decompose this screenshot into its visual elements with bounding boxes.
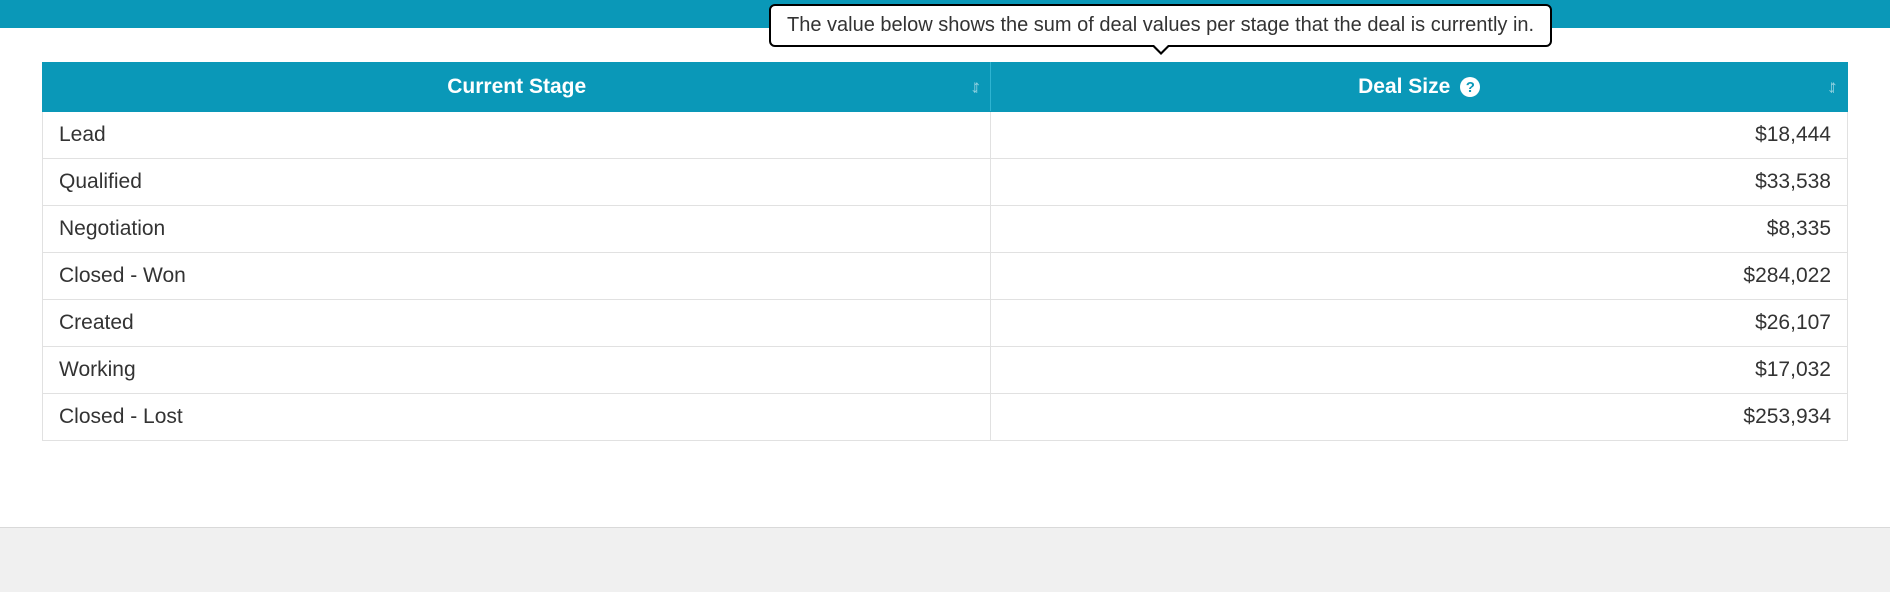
size-cell: $33,538 [991, 159, 1848, 206]
table-body: Lead $18,444 Qualified $33,538 Negotiati… [43, 112, 1848, 441]
stage-cell: Created [43, 300, 991, 347]
table-panel: Current Stage ↓↑ Deal Size ? ↓↑ Le [0, 28, 1890, 528]
deal-size-tooltip: The value below shows the sum of deal va… [769, 4, 1552, 47]
table-row: Closed - Lost $253,934 [43, 394, 1848, 441]
deal-stage-table: Current Stage ↓↑ Deal Size ? ↓↑ Le [42, 62, 1848, 441]
tooltip-text: The value below shows the sum of deal va… [787, 14, 1534, 36]
stage-cell: Negotiation [43, 206, 991, 253]
col-header-deal-size[interactable]: Deal Size ? ↓↑ [991, 63, 1848, 112]
stage-cell: Closed - Lost [43, 394, 991, 441]
col-header-current-stage[interactable]: Current Stage ↓↑ [43, 63, 991, 112]
table-row: Working $17,032 [43, 347, 1848, 394]
sort-icon[interactable]: ↓↑ [970, 77, 976, 98]
size-cell: $26,107 [991, 300, 1848, 347]
size-cell: $284,022 [991, 253, 1848, 300]
page-root: The value below shows the sum of deal va… [0, 0, 1890, 528]
stage-cell: Working [43, 347, 991, 394]
stage-cell: Closed - Won [43, 253, 991, 300]
col-header-label: Current Stage [447, 75, 586, 99]
size-cell: $8,335 [991, 206, 1848, 253]
table-header-row: Current Stage ↓↑ Deal Size ? ↓↑ [43, 63, 1848, 112]
table-row: Closed - Won $284,022 [43, 253, 1848, 300]
help-icon[interactable]: ? [1460, 77, 1480, 97]
size-cell: $17,032 [991, 347, 1848, 394]
table-row: Negotiation $8,335 [43, 206, 1848, 253]
stage-cell: Lead [43, 112, 991, 159]
stage-cell: Qualified [43, 159, 991, 206]
table-row: Created $26,107 [43, 300, 1848, 347]
table-row: Lead $18,444 [43, 112, 1848, 159]
table-row: Qualified $33,538 [43, 159, 1848, 206]
size-cell: $253,934 [991, 394, 1848, 441]
sort-icon[interactable]: ↓↑ [1827, 77, 1833, 98]
col-header-label: Deal Size [1358, 75, 1450, 99]
size-cell: $18,444 [991, 112, 1848, 159]
